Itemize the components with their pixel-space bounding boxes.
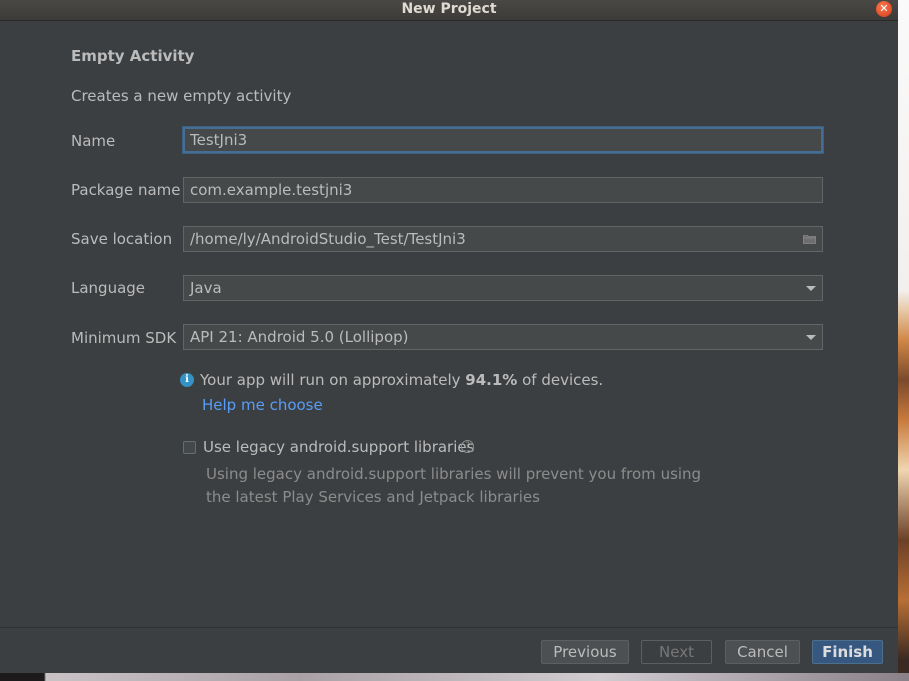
help-me-choose-link[interactable]: Help me choose [202, 396, 323, 414]
language-label: Language [71, 279, 146, 297]
close-button[interactable]: ✕ [876, 1, 892, 17]
folder-icon[interactable] [803, 234, 816, 244]
title-bar[interactable]: New Project ✕ [0, 0, 898, 21]
package-name-input[interactable]: com.example.testjni3 [183, 177, 823, 203]
desktop-background-right [898, 0, 909, 681]
template-description: Creates a new empty activity [71, 87, 292, 105]
language-select-value: Java [190, 279, 222, 297]
save-location-input-value: /home/ly/AndroidStudio_Test/TestJni3 [190, 230, 466, 248]
device-coverage-percent: 94.1% [465, 371, 518, 389]
save-location-input[interactable]: /home/ly/AndroidStudio_Test/TestJni3 [183, 226, 823, 252]
previous-button[interactable]: Previous [541, 640, 629, 664]
next-button[interactable]: Next [641, 640, 712, 664]
new-project-dialog: New Project ✕ Empty Activity Creates a n… [0, 0, 898, 673]
device-coverage-text: Your app will run on approximately 94.1%… [200, 371, 603, 389]
window-title: New Project [401, 1, 497, 17]
legacy-hint-line-1: Using legacy android.support libraries w… [206, 465, 702, 483]
name-input-value: TestJni3 [190, 131, 248, 149]
cancel-button[interactable]: Cancel [725, 640, 800, 664]
legacy-hint-line-2: the latest Play Services and Jetpack lib… [206, 488, 540, 506]
desktop-background-bottom [0, 673, 909, 681]
legacy-libraries-label[interactable]: Use legacy android.support libraries [203, 438, 474, 456]
legacy-libraries-checkbox[interactable] [183, 441, 196, 454]
footer-divider [0, 627, 898, 628]
package-name-label: Package name [71, 181, 181, 199]
package-name-input-value: com.example.testjni3 [190, 181, 353, 199]
template-title: Empty Activity [71, 47, 195, 65]
minimum-sdk-select-value: API 21: Android 5.0 (Lollipop) [190, 328, 409, 346]
name-input[interactable]: TestJni3 [183, 127, 823, 153]
minimum-sdk-select[interactable]: API 21: Android 5.0 (Lollipop) [183, 324, 823, 350]
name-label: Name [71, 132, 116, 150]
info-icon: i [180, 373, 194, 387]
chevron-down-icon [806, 286, 816, 291]
device-coverage-prefix: Your app will run on approximately [200, 371, 466, 389]
close-icon: ✕ [879, 2, 889, 15]
finish-button[interactable]: Finish [812, 640, 883, 664]
language-select[interactable]: Java [183, 275, 823, 301]
question-icon[interactable]: ? [461, 440, 474, 453]
chevron-down-icon [806, 335, 816, 340]
device-coverage-suffix: of devices. [517, 371, 604, 389]
save-location-label: Save location [71, 230, 173, 248]
minimum-sdk-label: Minimum SDK [71, 329, 177, 347]
